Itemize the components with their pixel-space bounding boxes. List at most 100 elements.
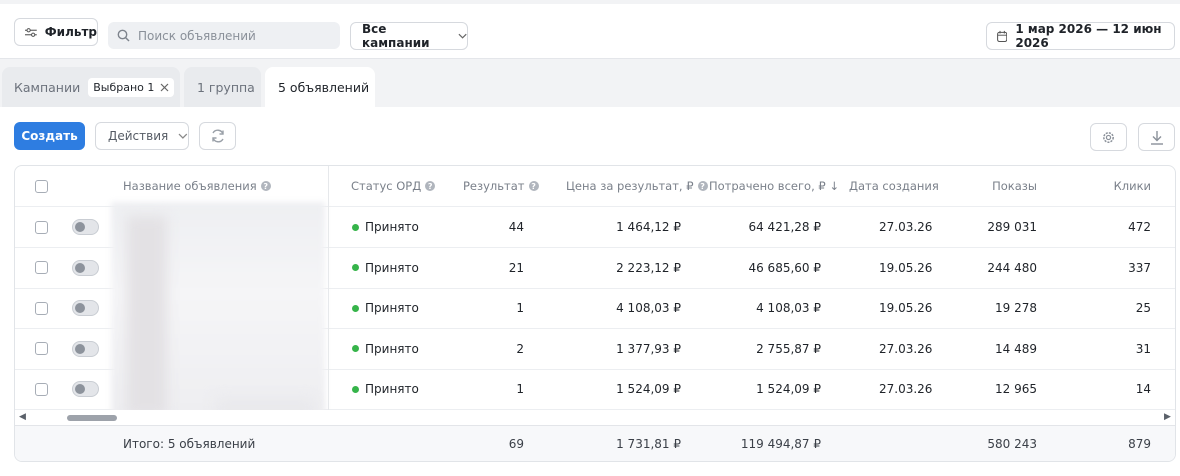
sliders-icon bbox=[25, 27, 37, 37]
status-cell: Принято bbox=[352, 369, 419, 409]
filter-button[interactable]: Фильтр bbox=[14, 18, 98, 46]
search-input[interactable] bbox=[138, 28, 328, 43]
spent-cell: 64 421,28 ₽ bbox=[748, 220, 821, 234]
col-result[interactable]: Результат? bbox=[463, 166, 539, 206]
close-icon[interactable] bbox=[160, 83, 169, 92]
created-cell: 27.03.26 bbox=[879, 220, 933, 234]
row-checkbox[interactable] bbox=[35, 382, 48, 396]
result-cell: 1 bbox=[516, 301, 524, 315]
created-cell: 27.03.26 bbox=[879, 382, 933, 396]
col-spent[interactable]: Потрачено всего, ₽ ↓ bbox=[709, 166, 839, 206]
ad-toggle[interactable] bbox=[72, 259, 99, 276]
ad-toggle[interactable] bbox=[72, 381, 99, 397]
refresh-button[interactable] bbox=[199, 122, 236, 150]
select-all-checkbox-cell bbox=[35, 166, 48, 206]
col-impressions-label: Показы bbox=[992, 179, 1037, 193]
clicks-cell: 25 bbox=[1135, 301, 1151, 315]
col-name[interactable]: Название объявления? bbox=[123, 166, 271, 206]
impressions-cell: 14 489 bbox=[995, 341, 1037, 356]
col-impressions[interactable]: Показы bbox=[937, 166, 1037, 206]
price-cell: 4 108,03 ₽ bbox=[616, 301, 681, 315]
tab-group[interactable]: 1 группа bbox=[184, 67, 261, 107]
ad-toggle[interactable] bbox=[72, 340, 99, 357]
result-cell: 2 bbox=[516, 341, 524, 356]
spent-cell: 1 524,09 ₽ bbox=[756, 382, 821, 396]
col-ord-status[interactable]: Статус ОРД? bbox=[351, 166, 436, 206]
status-text: Принято bbox=[365, 260, 419, 275]
tab-ads-label: 5 объявлений bbox=[278, 79, 370, 95]
price-cell: 1 524,09 ₽ bbox=[616, 382, 681, 396]
tab-group-label: 1 группа bbox=[197, 79, 255, 95]
price-cell: 1 464,12 ₽ bbox=[616, 220, 681, 234]
column-divider bbox=[328, 288, 329, 329]
status-text: Принято bbox=[365, 382, 419, 396]
tab-ads[interactable]: 5 объявлений bbox=[265, 67, 375, 107]
result-cell: 21 bbox=[508, 260, 524, 275]
row-checkbox-cell bbox=[35, 288, 48, 328]
result-cell: 1 bbox=[516, 382, 524, 396]
horizontal-scrollbar[interactable]: ◀ ▶ bbox=[15, 410, 1175, 425]
status-text: Принято bbox=[365, 301, 419, 315]
created-cell: 19.05.26 bbox=[879, 301, 933, 315]
download-button[interactable] bbox=[1138, 123, 1175, 151]
scrollbar-thumb[interactable] bbox=[67, 415, 117, 421]
date-range-picker[interactable]: 1 мар 2026 — 12 июн 2026 bbox=[986, 22, 1175, 50]
select-all-checkbox[interactable] bbox=[35, 179, 48, 193]
col-name-label: Название объявления bbox=[123, 179, 257, 193]
chevron-down-icon bbox=[178, 133, 188, 139]
result-cell: 44 bbox=[508, 220, 524, 234]
ads-table: Название объявления? Статус ОРД? Результ… bbox=[14, 165, 1176, 462]
totals-impressions: 580 243 bbox=[987, 436, 1037, 451]
status-cell: Принято bbox=[352, 207, 419, 247]
help-icon: ? bbox=[528, 181, 539, 191]
status-text: Принято bbox=[365, 220, 419, 234]
scroll-right-icon[interactable]: ▶ bbox=[1164, 412, 1171, 422]
col-price-label: Цена за результат, ₽ bbox=[566, 179, 694, 193]
tab-campaigns[interactable]: Кампании Выбрано 1 bbox=[2, 67, 180, 107]
column-divider bbox=[328, 369, 329, 410]
col-created-label: Дата создания bbox=[849, 179, 939, 193]
col-ord-status-label: Статус ОРД bbox=[351, 179, 422, 193]
created-cell: 19.05.26 bbox=[879, 260, 933, 275]
status-dot-icon bbox=[352, 385, 359, 393]
ad-toggle[interactable] bbox=[72, 300, 99, 316]
selected-chip: Выбрано 1 bbox=[88, 77, 175, 97]
gear-icon bbox=[1103, 131, 1114, 143]
col-price[interactable]: Цена за результат, ₽? bbox=[566, 166, 708, 206]
column-divider bbox=[328, 166, 329, 207]
col-spent-label: Потрачено всего, ₽ ↓ bbox=[709, 179, 839, 193]
ad-toggle[interactable] bbox=[72, 219, 99, 235]
clicks-cell: 337 bbox=[1128, 260, 1151, 275]
campaigns-select-value: Все кампании bbox=[362, 22, 430, 50]
totals-row: Итого: 5 объявлений 69 1 731,81 ₽ 119 49… bbox=[15, 425, 1175, 461]
spent-cell: 2 755,87 ₽ bbox=[756, 341, 821, 356]
settings-button[interactable] bbox=[1090, 123, 1127, 151]
row-checkbox-cell bbox=[35, 248, 48, 288]
row-checkbox-cell bbox=[35, 369, 48, 409]
column-divider bbox=[328, 247, 329, 289]
impressions-cell: 289 031 bbox=[987, 220, 1037, 234]
totals-spent: 119 494,87 ₽ bbox=[740, 436, 821, 451]
col-clicks[interactable]: Клики bbox=[1051, 166, 1151, 206]
tab-campaigns-label: Кампании bbox=[14, 79, 81, 95]
create-button[interactable]: Создать bbox=[14, 122, 85, 150]
actions-dropdown[interactable]: Действия bbox=[95, 122, 189, 150]
totals-clicks: 879 bbox=[1128, 436, 1151, 451]
scroll-left-icon[interactable]: ◀ bbox=[19, 412, 26, 422]
col-created[interactable]: Дата создания bbox=[849, 166, 939, 206]
row-checkbox-cell bbox=[35, 207, 48, 247]
row-toggle-cell bbox=[72, 369, 99, 409]
search-box[interactable] bbox=[108, 22, 340, 49]
row-checkbox[interactable] bbox=[35, 261, 48, 274]
row-checkbox[interactable] bbox=[35, 301, 48, 315]
row-checkbox[interactable] bbox=[35, 220, 48, 234]
campaigns-select[interactable]: Все кампании bbox=[350, 22, 468, 50]
clicks-cell: 14 bbox=[1135, 382, 1151, 396]
help-icon: ? bbox=[425, 181, 436, 191]
col-result-label: Результат bbox=[463, 179, 525, 193]
impressions-cell: 12 965 bbox=[995, 382, 1037, 396]
status-cell: Принято bbox=[352, 248, 419, 288]
row-checkbox-cell bbox=[35, 329, 48, 369]
row-toggle-cell bbox=[72, 207, 99, 247]
row-checkbox[interactable] bbox=[35, 342, 48, 355]
